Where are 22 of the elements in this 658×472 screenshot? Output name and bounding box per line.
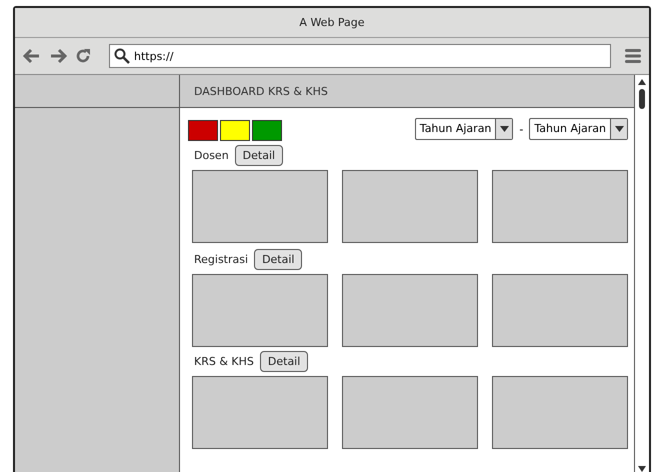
year-dropdown[interactable]: Tahun Ajaran (414, 118, 514, 140)
detail-button[interactable]: Detail (234, 145, 284, 166)
window-title: A Web Page (299, 16, 365, 29)
detail-button[interactable]: Detail (254, 249, 302, 270)
section-label: KRS & KHS (194, 355, 254, 368)
detail-button[interactable]: Detail (260, 351, 308, 372)
reload-icon[interactable] (75, 48, 91, 64)
back-arrow-icon[interactable] (23, 48, 41, 64)
caret-icon (500, 126, 509, 132)
page-header: DASHBOARD KRS & KHS (180, 75, 634, 108)
separator-text: - (519, 122, 524, 136)
scroll-up-icon[interactable] (638, 79, 646, 85)
forward-arrow-icon[interactable] (49, 48, 67, 64)
address-field[interactable]: https:// (109, 44, 611, 68)
menu-icon[interactable] (625, 48, 641, 64)
scroll-thumb[interactable] (639, 89, 645, 109)
caret-icon (614, 126, 624, 132)
search-icon (114, 48, 130, 64)
year-dropdown[interactable]: Tahun Ajaran (529, 118, 628, 140)
scroll-down-icon[interactable] (638, 466, 646, 472)
section-label: Registrasi (194, 253, 248, 266)
section-label: Dosen (194, 149, 229, 162)
